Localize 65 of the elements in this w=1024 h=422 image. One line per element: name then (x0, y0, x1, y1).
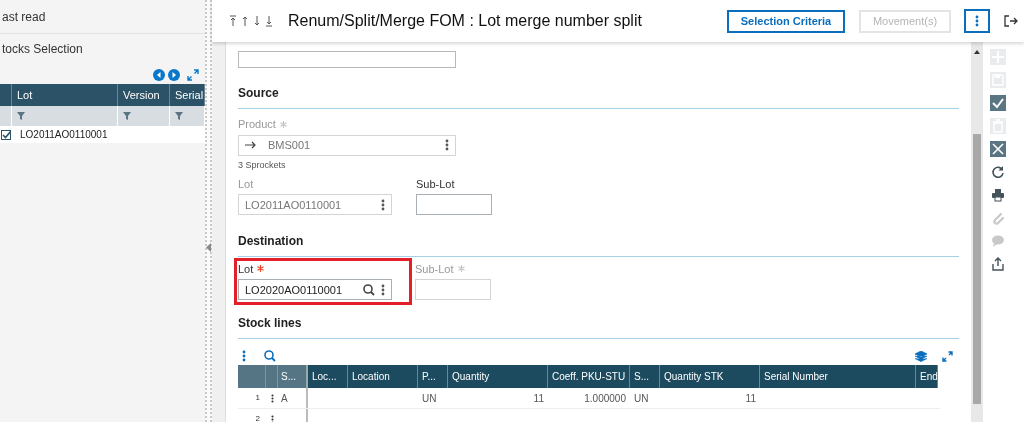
last-read-label[interactable]: ast read (2, 7, 46, 26)
input-field[interactable] (416, 194, 492, 216)
field-label: Sub-Lot (416, 176, 455, 192)
header-cell (266, 365, 278, 389)
section-title: Destination (238, 234, 304, 249)
description-field[interactable] (238, 51, 456, 68)
more-icon[interactable] (270, 413, 274, 422)
arrow-right-icon[interactable] (245, 141, 256, 150)
field-label: Lot (238, 261, 254, 277)
share-icon[interactable] (990, 256, 1006, 272)
table-cell-text: A (281, 391, 288, 406)
column-header[interactable]: Quantity STK (660, 365, 760, 389)
more-icon[interactable] (381, 283, 385, 296)
logout-icon[interactable] (1004, 15, 1018, 27)
column-header[interactable]: Serial Number (760, 365, 916, 389)
table-cell-text: 11 (745, 391, 756, 406)
row-number: 2 (254, 413, 261, 422)
table-cell-text: 11 (533, 391, 544, 406)
column-header[interactable]: S... (278, 365, 308, 389)
column-header[interactable]: Quantity (448, 365, 548, 389)
page-title: Renum/Split/Merge FOM : Lot merge number split (288, 11, 642, 31)
header-cell (238, 365, 266, 389)
column-header[interactable]: P... (418, 365, 448, 389)
section-title: Stock lines (238, 316, 302, 331)
column-header[interactable]: Location (348, 365, 418, 389)
table-cell-text: LO2011AO0110001 (20, 128, 108, 142)
previous-icon[interactable] (153, 69, 165, 81)
column-header[interactable]: Loc... (308, 365, 348, 389)
column-header[interactable]: S... (630, 365, 660, 389)
filter-icon[interactable] (17, 112, 25, 120)
field-label: Product (238, 117, 276, 132)
more-icon (975, 15, 979, 27)
more-icon[interactable] (270, 392, 274, 404)
more-icon[interactable] (445, 139, 449, 152)
more-icon[interactable] (381, 198, 385, 211)
layers-icon[interactable] (915, 350, 927, 362)
expand-icon[interactable] (942, 350, 953, 362)
input-field[interactable] (415, 279, 491, 301)
refresh-icon[interactable] (990, 164, 1006, 180)
table-cell-text: 1.000000 (584, 391, 626, 406)
row-number: 1 (254, 392, 261, 405)
column-header[interactable]: Coeff. PKU-STU (548, 365, 630, 389)
more-button[interactable] (964, 9, 990, 33)
close-icon[interactable] (990, 141, 1006, 157)
input-field[interactable]: LO2020AO0110001 (238, 279, 392, 301)
section-title: tocks Selection (2, 41, 84, 56)
expand-icon[interactable] (187, 69, 199, 81)
field-label: Lot (238, 176, 254, 192)
field-description: 3 Sprockets (238, 158, 287, 172)
next-icon[interactable] (168, 69, 180, 81)
field-label: Sub-Lot (415, 261, 454, 277)
header-button[interactable]: Selection Criteria (727, 9, 845, 33)
check-icon[interactable] (990, 95, 1006, 111)
column-header[interactable]: End (916, 365, 938, 389)
scroll-up-icon[interactable] (974, 50, 980, 54)
table-cell-text: UN (634, 391, 649, 406)
search-icon[interactable] (363, 283, 375, 296)
filter-icon[interactable] (175, 112, 183, 120)
vertical-scrollbar[interactable] (971, 42, 983, 422)
checkbox[interactable] (1, 129, 11, 140)
search-icon[interactable] (264, 350, 276, 363)
section-title: Source (238, 85, 279, 100)
filter-icon[interactable] (123, 112, 131, 120)
printer-icon[interactable] (990, 187, 1006, 203)
table-cell-text: UN (422, 391, 437, 406)
